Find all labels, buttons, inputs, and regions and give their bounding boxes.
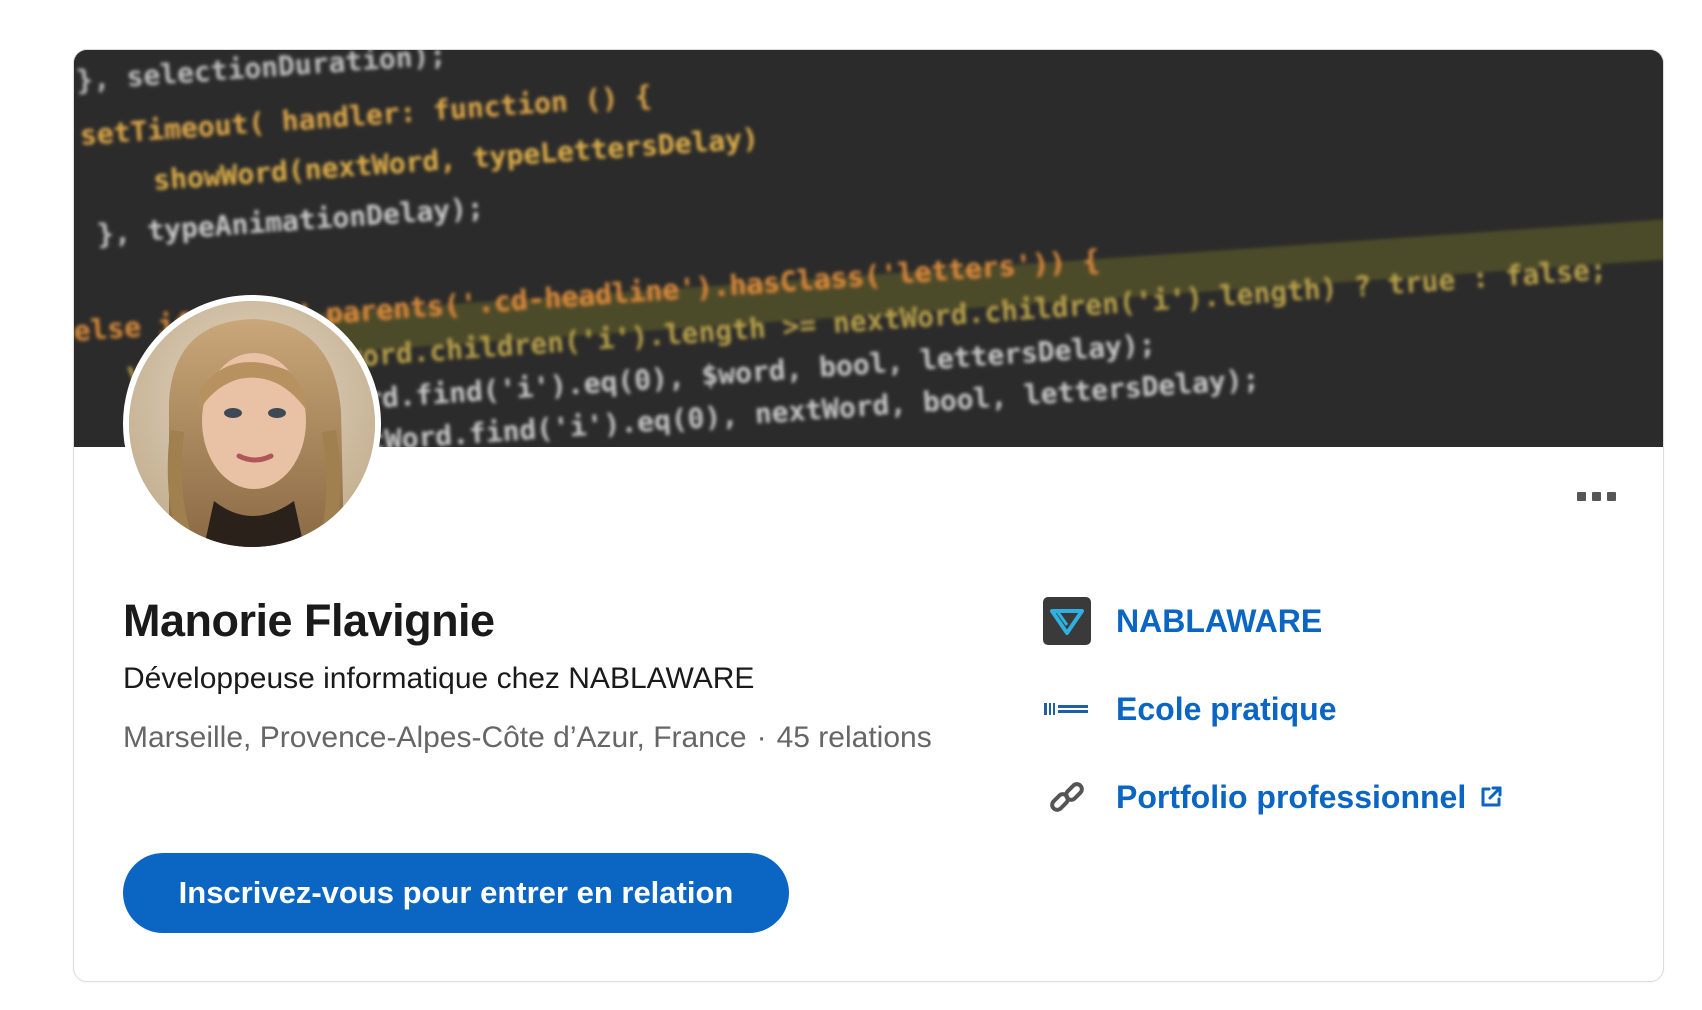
separator-dot: ·	[756, 721, 767, 754]
profile-avatar[interactable]	[123, 295, 381, 553]
link-label[interactable]: Portfolio professionnel	[1116, 779, 1466, 816]
ecole-pratique-logo-icon	[1042, 684, 1092, 734]
side-link-ecole-pratique[interactable]: Ecole pratique	[1042, 683, 1337, 735]
connect-signup-button[interactable]: Inscrivez-vous pour entrer en relation	[123, 853, 789, 933]
profile-name: Manorie Flavignie	[123, 595, 495, 646]
link-label[interactable]: Ecole pratique	[1116, 691, 1337, 728]
location-text: Marseille, Provence-Alpes-Côte d’Azur, F…	[123, 721, 747, 754]
profile-card: }, selectionDuration); setTimeout( handl…	[73, 49, 1664, 982]
profile-headline: Développeuse informatique chez NABLAWARE	[123, 662, 755, 695]
more-options-icon	[1576, 491, 1586, 501]
profile-location: Marseille, Provence-Alpes-Côte d’Azur, F…	[123, 710, 983, 766]
more-options-button[interactable]	[1566, 476, 1626, 516]
nablaware-logo-icon	[1042, 596, 1092, 646]
avatar-photo	[129, 301, 375, 547]
side-link-nablaware[interactable]: NABLAWARE	[1042, 595, 1322, 647]
connections-count: 45 relations	[776, 721, 932, 754]
link-chain-icon	[1042, 772, 1092, 822]
link-label[interactable]: NABLAWARE	[1116, 603, 1322, 640]
side-link-portfolio[interactable]: Portfolio professionnel	[1042, 771, 1504, 823]
external-link-icon	[1478, 784, 1504, 810]
